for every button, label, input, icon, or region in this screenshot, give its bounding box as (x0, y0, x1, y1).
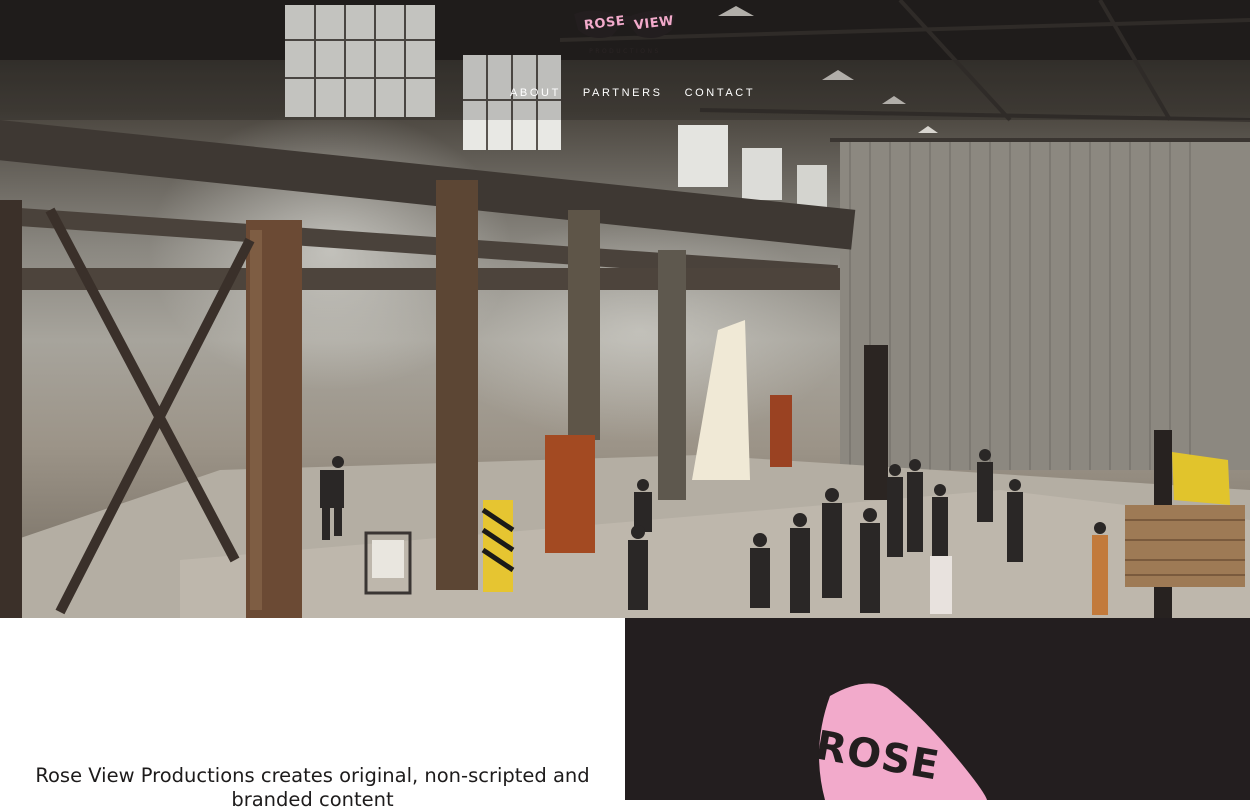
logo-subtitle: PRODUCTIONS (589, 48, 661, 55)
hero-image: ROSE VIEW PRODUCTIONS ABOUT PARTNERS CON… (0, 0, 1250, 618)
about-section: Rose View Productions creates original, … (0, 618, 625, 811)
main-nav: ABOUT PARTNERS CONTACT (510, 87, 755, 99)
nav-link-about[interactable]: ABOUT (510, 87, 561, 99)
feature-panel: ROSE (625, 618, 1250, 800)
nav-link-contact[interactable]: CONTACT (685, 87, 756, 99)
brand-logo[interactable]: ROSE VIEW PRODUCTIONS (572, 8, 678, 60)
about-tagline: Rose View Productions creates original, … (35, 764, 590, 811)
nav-link-partners[interactable]: PARTNERS (583, 87, 663, 99)
